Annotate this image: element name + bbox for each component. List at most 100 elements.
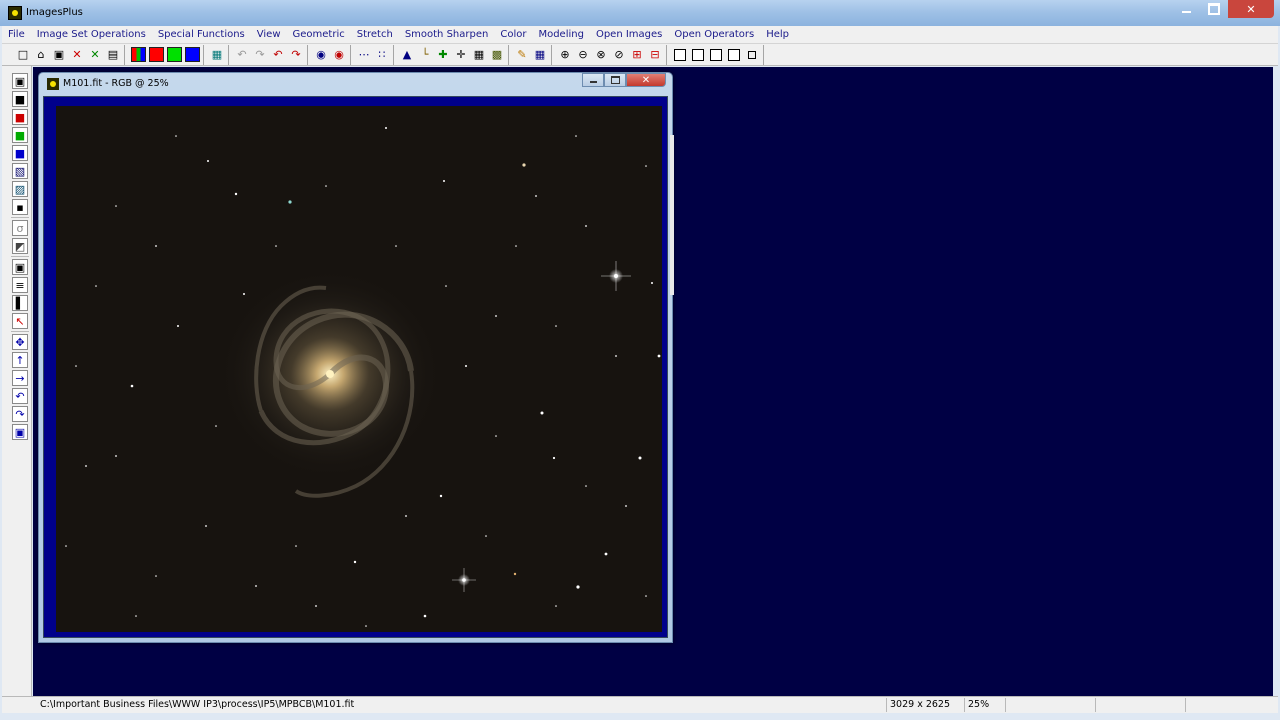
- toolbar-group: ↶ ↷ ↶ ↷: [233, 44, 308, 65]
- document-scrollbar[interactable]: [670, 135, 674, 295]
- close-green-x-icon[interactable]: ✕: [86, 46, 104, 64]
- picture-icon[interactable]: ▩: [488, 46, 506, 64]
- zoom-in-icon[interactable]: ⊕: [556, 46, 574, 64]
- minimize-button[interactable]: [1172, 0, 1200, 18]
- curve-icon[interactable]: └: [416, 46, 434, 64]
- bar-tool-icon[interactable]: ▌: [12, 295, 28, 311]
- menu-stretch[interactable]: Stretch: [351, 29, 399, 40]
- menu-open-images[interactable]: Open Images: [590, 29, 668, 40]
- monitor-icon[interactable]: ▦: [208, 46, 226, 64]
- status-cell: [1095, 698, 1185, 712]
- menu-smooth-sharpen[interactable]: Smooth Sharpen: [399, 29, 495, 40]
- menu-open-operators[interactable]: Open Operators: [668, 29, 760, 40]
- redo-icon[interactable]: ↷: [287, 46, 305, 64]
- menu-modeling[interactable]: Modeling: [532, 29, 590, 40]
- pointer-tool-icon[interactable]: ↖: [12, 313, 28, 329]
- window-small-icon[interactable]: [743, 46, 761, 64]
- save-tool-icon[interactable]: ▣: [12, 73, 28, 89]
- left-toolbar-separator: [11, 217, 29, 218]
- redo-all-icon[interactable]: ↷: [251, 46, 269, 64]
- up-arrow-tool-icon[interactable]: ↑: [12, 352, 28, 368]
- menu-image-set-operations[interactable]: Image Set Operations: [31, 29, 152, 40]
- blue-box-tool-icon[interactable]: ■: [12, 145, 28, 161]
- left-toolbar: ▣ ■ ■ ■ ■ ▧ ▨ ▪ σ ◩ ▣ ≡ ▌ ↖ ✥ ↑ → ↶ ↷ ▣: [2, 66, 32, 696]
- menu-view[interactable]: View: [251, 29, 287, 40]
- window-4-icon[interactable]: [725, 46, 743, 64]
- menu-geometric[interactable]: Geometric: [287, 29, 351, 40]
- menu-color[interactable]: Color: [494, 29, 532, 40]
- toolbar-group: ⋯ ∷: [355, 44, 394, 65]
- document-minimize-button[interactable]: [582, 73, 604, 87]
- close-red-x-icon[interactable]: ✕: [68, 46, 86, 64]
- galaxy-image: [56, 106, 662, 632]
- toolbar-group: ✎ ▦: [513, 44, 552, 65]
- dots-grid-icon[interactable]: ∷: [373, 46, 391, 64]
- app-title: ImagesPlus: [26, 7, 83, 18]
- zoom-out-icon[interactable]: ⊖: [574, 46, 592, 64]
- layers-tool-icon[interactable]: ▧: [12, 163, 28, 179]
- save-icon[interactable]: ▣: [50, 46, 68, 64]
- pencil-icon[interactable]: ✎: [513, 46, 531, 64]
- undo-all-icon[interactable]: ↶: [233, 46, 251, 64]
- red-channel-icon[interactable]: [147, 46, 165, 64]
- select-tool-icon[interactable]: ▣: [12, 259, 28, 275]
- remove-panel-icon[interactable]: ⊟: [646, 46, 664, 64]
- new-icon[interactable]: □: [14, 46, 32, 64]
- zoom-actual-icon[interactable]: ⊘: [610, 46, 628, 64]
- undo-icon[interactable]: ↶: [269, 46, 287, 64]
- print-icon[interactable]: ▤: [104, 46, 122, 64]
- red-box-tool-icon[interactable]: ■: [12, 109, 28, 125]
- gradient-tool-icon[interactable]: ◩: [12, 238, 28, 254]
- window-1-icon[interactable]: [671, 46, 689, 64]
- target-red-icon[interactable]: ◉: [330, 46, 348, 64]
- rotate-left-tool-icon[interactable]: ↶: [12, 388, 28, 404]
- grid-calc-icon[interactable]: ▦: [470, 46, 488, 64]
- toolbar-group: [671, 44, 764, 65]
- close-button[interactable]: ✕: [1228, 0, 1274, 18]
- window-3-icon[interactable]: [707, 46, 725, 64]
- transform-tool-icon[interactable]: ▣: [12, 424, 28, 440]
- rgb-channels-icon[interactable]: [129, 46, 147, 64]
- document-maximize-button[interactable]: [604, 73, 626, 87]
- mask-tool-icon[interactable]: ▨: [12, 181, 28, 197]
- histogram-icon[interactable]: ▲: [398, 46, 416, 64]
- left-toolbar-separator: [11, 256, 29, 257]
- menu-special-functions[interactable]: Special Functions: [152, 29, 251, 40]
- left-toolbar-separator: [11, 331, 29, 332]
- image-canvas[interactable]: [56, 106, 662, 632]
- table-icon[interactable]: ▦: [531, 46, 549, 64]
- document-window-controls: ✕: [582, 73, 666, 87]
- blue-channel-icon[interactable]: [183, 46, 201, 64]
- menu-help[interactable]: Help: [760, 29, 795, 40]
- move-tool-icon[interactable]: ✥: [12, 334, 28, 350]
- zoom-fit-icon[interactable]: ⊗: [592, 46, 610, 64]
- align-tool-icon[interactable]: ≡: [12, 277, 28, 293]
- target-blue-icon[interactable]: ◉: [312, 46, 330, 64]
- menu-file[interactable]: File: [2, 29, 31, 40]
- crosshair-icon[interactable]: ✛: [452, 46, 470, 64]
- crop-tool-icon[interactable]: ▪: [12, 199, 28, 215]
- status-image-dimensions: 3029 x 2625: [886, 698, 964, 712]
- status-zoom-level: 25%: [964, 698, 1004, 712]
- maximize-button[interactable]: [1200, 0, 1228, 18]
- status-bar: C:\Important Business Files\WWW IP3\proc…: [2, 696, 1278, 713]
- rotate-right-tool-icon[interactable]: ↷: [12, 406, 28, 422]
- open-folder-icon[interactable]: ⌂: [32, 46, 50, 64]
- document-client-area: [43, 96, 674, 638]
- dots-line-icon[interactable]: ⋯: [355, 46, 373, 64]
- gamma-tool-icon[interactable]: σ: [12, 220, 28, 236]
- right-arrow-tool-icon[interactable]: →: [12, 370, 28, 386]
- green-box-tool-icon[interactable]: ■: [12, 127, 28, 143]
- document-icon: [47, 78, 59, 90]
- toolbar-group: ▲ └ ✚ ✛ ▦ ▩: [398, 44, 509, 65]
- title-bar: ImagesPlus ✕: [0, 0, 1280, 26]
- window-2-icon[interactable]: [689, 46, 707, 64]
- document-window[interactable]: M101.fit - RGB @ 25% ✕: [38, 72, 674, 643]
- crosshair-green-icon[interactable]: ✚: [434, 46, 452, 64]
- copy-tool-icon[interactable]: ■: [12, 91, 28, 107]
- document-close-button[interactable]: ✕: [626, 73, 666, 87]
- app-window: ImagesPlus ✕ File Image Set Operations Spe…: [0, 0, 1280, 720]
- green-channel-icon[interactable]: [165, 46, 183, 64]
- toolbar-group: ⊕ ⊖ ⊗ ⊘ ⊞ ⊟: [556, 44, 667, 65]
- add-panel-icon[interactable]: ⊞: [628, 46, 646, 64]
